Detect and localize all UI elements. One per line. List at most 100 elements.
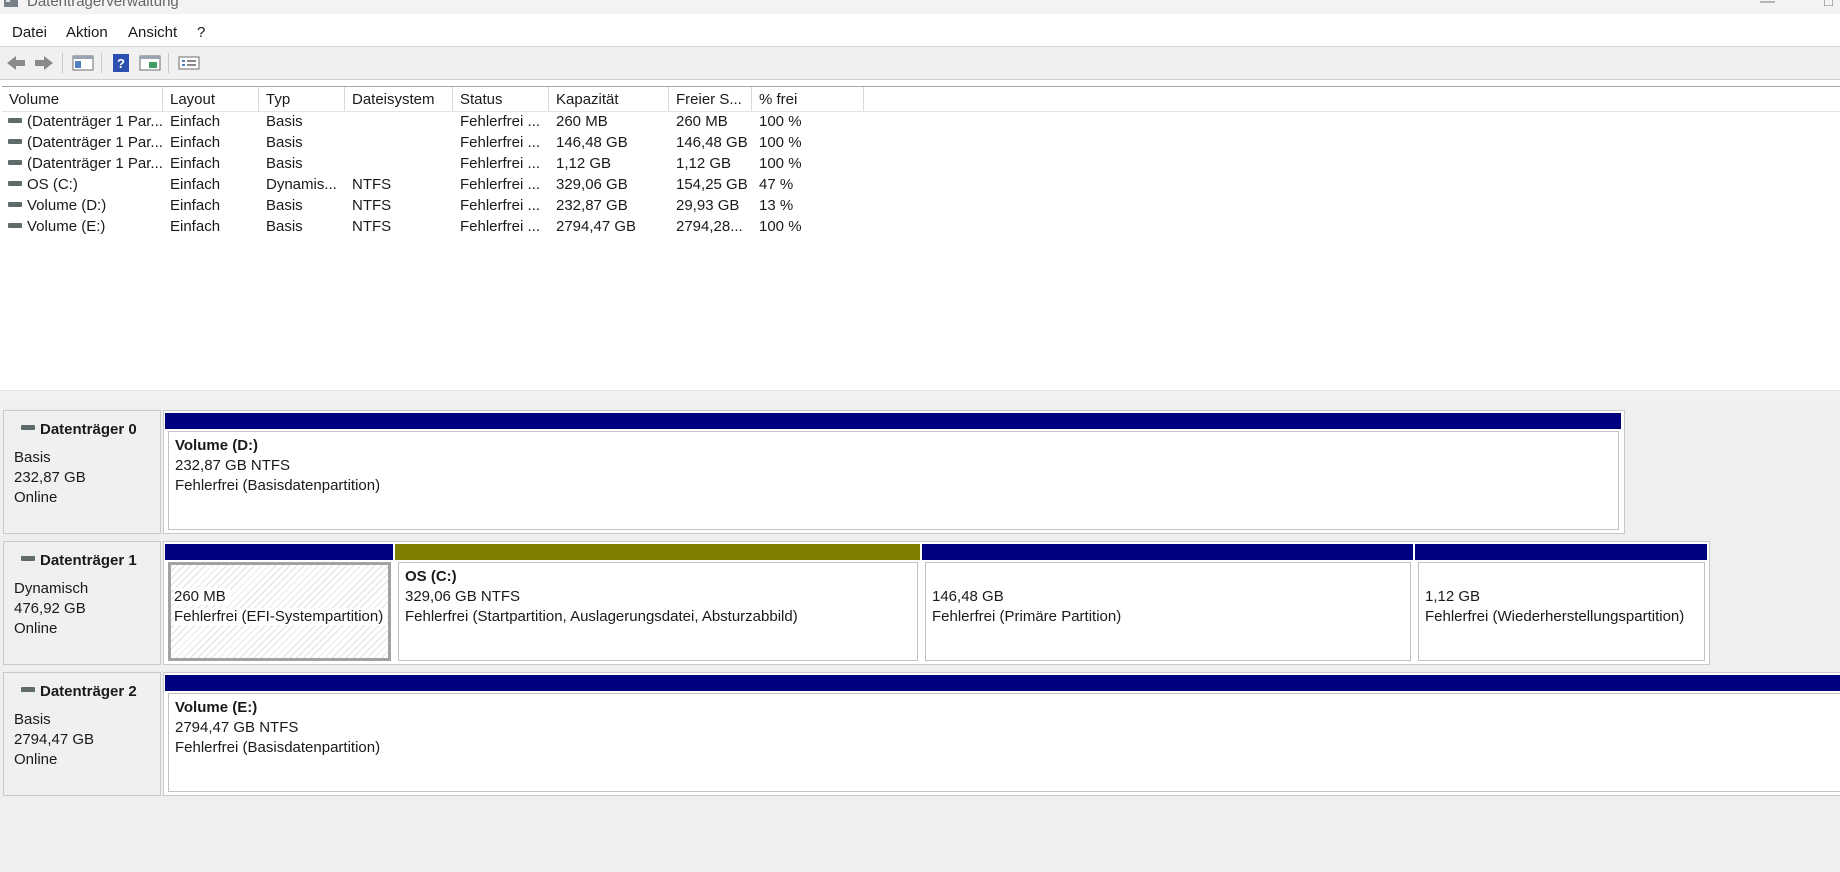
cell-status: Fehlerfrei ... — [460, 155, 541, 172]
disk-label-2[interactable]: Datenträger 2 Basis 2794,47 GB Online — [3, 672, 161, 796]
toolbar-separator — [62, 53, 63, 73]
menu-aktion[interactable]: Aktion — [66, 24, 108, 41]
disk-icon — [21, 687, 35, 692]
partition-color-bar — [165, 413, 1621, 429]
disk-type: Basis — [14, 711, 51, 728]
back-icon[interactable] — [4, 52, 28, 74]
volume-list: Volume Layout Typ Dateisystem Status Kap… — [2, 86, 1840, 391]
cell-prozent-frei: 100 % — [759, 218, 802, 235]
column-header-typ[interactable]: Typ — [259, 87, 345, 111]
toolbar-separator — [101, 53, 102, 73]
menu-help[interactable]: ? — [197, 24, 205, 41]
column-header-dateisystem[interactable]: Dateisystem — [345, 87, 453, 111]
window-title: Datenträgerverwaltung — [27, 0, 179, 10]
partition-os-c[interactable]: OS (C:) 329,06 GB NTFS Fehlerfrei (Start… — [394, 542, 921, 664]
column-header-prozent-frei[interactable]: % frei — [752, 87, 864, 111]
partition-primary[interactable]: 146,48 GB Fehlerfrei (Primäre Partition) — [921, 542, 1414, 664]
cell-freier-speicher: 154,25 GB — [676, 176, 748, 193]
toolbar: ? — [0, 47, 1840, 80]
table-row[interactable]: (Datenträger 1 Par... Einfach Basis Fehl… — [2, 153, 1840, 174]
partition-volume-d[interactable]: Volume (D:) 232,87 GB NTFS Fehlerfrei (B… — [164, 411, 1622, 533]
cell-typ: Basis — [266, 197, 303, 214]
disk-type: Dynamisch — [14, 580, 89, 597]
cell-layout: Einfach — [170, 155, 221, 172]
disk-graph-pane: Datenträger 0 Basis 232,87 GB Online Vol… — [0, 400, 1840, 872]
toolbar-separator — [168, 53, 169, 73]
cell-dateisystem — [345, 132, 453, 153]
volume-icon — [8, 159, 22, 165]
cell-kapazitaet: 146,48 GB — [556, 134, 628, 151]
disk-label-0[interactable]: Datenträger 0 Basis 232,87 GB Online — [3, 410, 161, 534]
volume-icon — [8, 222, 22, 228]
cell-volume: (Datenträger 1 Par... — [27, 155, 163, 172]
menu-ansicht[interactable]: Ansicht — [128, 24, 177, 41]
menu-bar: Datei Aktion Ansicht ? — [0, 20, 1840, 47]
help-icon[interactable]: ? — [109, 52, 133, 74]
column-header-status[interactable]: Status — [453, 87, 549, 111]
volume-icon — [8, 117, 22, 123]
disk-type: Basis — [14, 449, 51, 466]
partition-color-bar — [165, 675, 1840, 691]
disk-partitions-0: Volume (D:) 232,87 GB NTFS Fehlerfrei (B… — [163, 410, 1625, 534]
partition-status: Fehlerfrei (Startpartition, Auslagerungs… — [405, 608, 798, 625]
cell-volume: Volume (E:) — [27, 218, 106, 235]
cell-kapazitaet: 329,06 GB — [556, 176, 628, 193]
cell-kapazitaet: 1,12 GB — [556, 155, 612, 172]
disk-size: 2794,47 GB — [14, 731, 95, 748]
partition-status: Fehlerfrei (Primäre Partition) — [932, 608, 1122, 625]
cell-typ: Basis — [266, 134, 303, 151]
cell-dateisystem: NTFS — [352, 218, 392, 235]
disk-state: Online — [14, 489, 58, 506]
partition-size: 146,48 GB — [932, 588, 1004, 605]
forward-icon[interactable] — [32, 52, 56, 74]
partition-title: Volume (D:) — [175, 437, 259, 454]
column-header-kapazitaet[interactable]: Kapazität — [549, 87, 669, 111]
volume-icon — [8, 180, 22, 186]
cell-layout: Einfach — [170, 218, 221, 235]
partition-status: Fehlerfrei (Basisdatenpartition) — [175, 739, 381, 756]
partition-status: Fehlerfrei (EFI-Systempartition) — [174, 608, 388, 625]
column-header-freier-speicher[interactable]: Freier S... — [669, 87, 752, 111]
partition-size: 2794,47 GB NTFS — [175, 719, 299, 736]
volume-icon — [8, 138, 22, 144]
partition-efi[interactable]: 260 MB Fehlerfrei (EFI-Systempartition) — [164, 542, 394, 664]
cell-dateisystem: NTFS — [352, 197, 392, 214]
minimize-button[interactable]: — — [1760, 0, 1775, 10]
disk-label-1[interactable]: Datenträger 1 Dynamisch 476,92 GB Online — [3, 541, 161, 665]
table-row[interactable]: (Datenträger 1 Par... Einfach Basis Fehl… — [2, 132, 1840, 153]
cell-freier-speicher: 2794,28... — [676, 218, 743, 235]
menu-datei[interactable]: Datei — [12, 24, 47, 41]
properties-icon[interactable] — [138, 52, 162, 74]
maximize-button[interactable]: □ — [1824, 0, 1833, 10]
partition-body: Volume (E:) 2794,47 GB NTFS Fehlerfrei (… — [168, 693, 1840, 792]
column-header-row: Volume Layout Typ Dateisystem Status Kap… — [2, 87, 1840, 112]
partition-volume-e[interactable]: Volume (E:) 2794,47 GB NTFS Fehlerfrei (… — [164, 673, 1840, 795]
cell-freier-speicher: 1,12 GB — [676, 155, 732, 172]
cell-freier-speicher: 29,93 GB — [676, 197, 740, 214]
console-tree-icon[interactable] — [71, 52, 95, 74]
cell-prozent-frei: 100 % — [759, 155, 802, 172]
settings-icon[interactable] — [177, 52, 201, 74]
cell-volume: Volume (D:) — [27, 197, 107, 214]
partition-size: 232,87 GB NTFS — [175, 457, 291, 474]
table-row[interactable]: OS (C:) Einfach Dynamis... NTFS Fehlerfr… — [2, 174, 1840, 195]
cell-prozent-frei: 100 % — [759, 134, 802, 151]
partition-color-bar — [165, 544, 393, 560]
cell-status: Fehlerfrei ... — [460, 218, 541, 235]
partition-title: OS (C:) — [405, 568, 457, 585]
title-bar: Datenträgerverwaltung — □ — [0, 0, 1840, 14]
column-header-volume[interactable]: Volume — [2, 87, 163, 111]
volume-icon — [8, 201, 22, 207]
partition-color-bar — [922, 544, 1413, 560]
cell-prozent-frei: 13 % — [759, 197, 794, 214]
partition-recovery[interactable]: 1,12 GB Fehlerfrei (Wiederherstellungspa… — [1414, 542, 1708, 664]
table-row[interactable]: Volume (E:) Einfach Basis NTFS Fehlerfre… — [2, 216, 1840, 237]
column-header-layout[interactable]: Layout — [163, 87, 259, 111]
cell-kapazitaet: 2794,47 GB — [556, 218, 637, 235]
partition-body: 1,12 GB Fehlerfrei (Wiederherstellungspa… — [1418, 562, 1705, 661]
cell-typ: Basis — [266, 155, 303, 172]
table-row[interactable]: Volume (D:) Einfach Basis NTFS Fehlerfre… — [2, 195, 1840, 216]
cell-prozent-frei: 47 % — [759, 176, 794, 193]
cell-layout: Einfach — [170, 134, 221, 151]
table-row[interactable]: (Datenträger 1 Par... Einfach Basis Fehl… — [2, 111, 1840, 132]
